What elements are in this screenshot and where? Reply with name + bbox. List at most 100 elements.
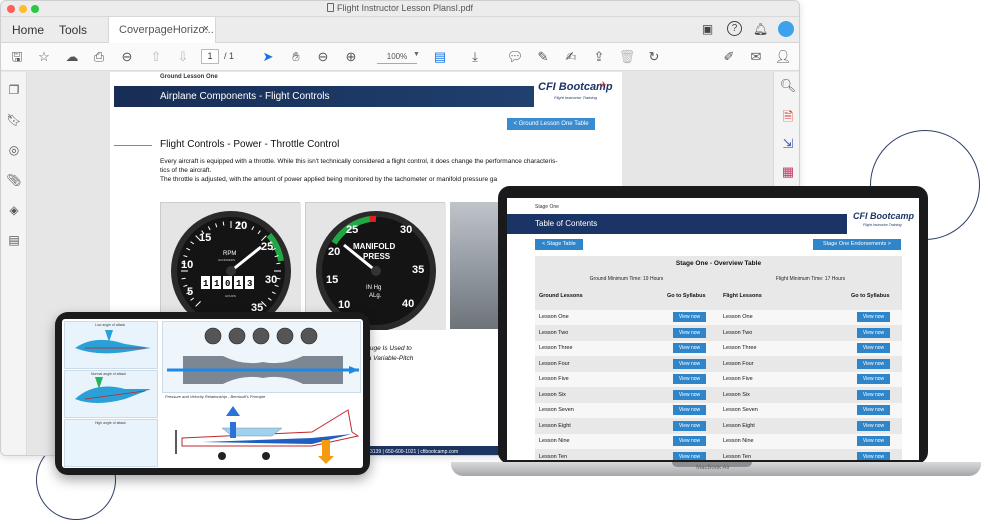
share-icon[interactable]: ⇪ [590, 48, 608, 66]
view-now-button[interactable]: View now [673, 405, 706, 415]
view-now-button[interactable]: View now [673, 451, 706, 460]
manifold-pressure-image: 10 15 20 25 30 35 40 MANIFOLD PRESS IN H… [305, 202, 446, 330]
column-header-go: Go to Syllabus [851, 293, 890, 299]
view-now-button[interactable]: View now [857, 436, 890, 446]
document-icon[interactable]: ▤ [6, 232, 22, 248]
tach-scale: 30 [265, 274, 277, 286]
highlight-icon[interactable]: ✎ [534, 48, 552, 66]
sign-icon[interactable]: ✍︎ [562, 48, 580, 66]
print-icon[interactable]: ⎙ [90, 48, 108, 66]
zoom-select[interactable]: 100% [377, 49, 417, 64]
select-pointer-icon[interactable]: ➤ [259, 48, 277, 66]
table-row: Lesson Two View now Lesson Two View now [535, 326, 902, 341]
body-line: tics of the aircraft. [160, 167, 212, 174]
zoom-out-icon[interactable]: ⊖ [314, 48, 332, 66]
table-row: Lesson Six View now Lesson Six View now [535, 388, 902, 403]
add-user-icon[interactable]: 👤︎ [774, 48, 792, 66]
stage-table-button[interactable]: < Stage Table [535, 239, 583, 250]
hand-icon[interactable]: ✋︎ [287, 48, 305, 66]
pdf-file-icon [326, 3, 334, 12]
map-unit: ALg. [369, 293, 382, 299]
view-now-button[interactable]: View now [857, 312, 890, 322]
tablet-screen: Low angle of attack Normal angle of atta… [62, 319, 363, 468]
laptop-brand: MacBook Air [696, 465, 730, 471]
view-now-button[interactable]: View now [673, 358, 706, 369]
tach-label: RPM [223, 251, 236, 257]
view-now-button[interactable]: View now [857, 374, 890, 384]
page-title: Table of Contents [535, 219, 598, 228]
column-header-ground: Ground Lessons [539, 293, 583, 299]
export-pdf-icon[interactable]: ⇲ [779, 135, 797, 153]
bookmark-star-icon[interactable]: ☆ [35, 48, 53, 66]
body-line: Every aircraft is equipped with a thrott… [160, 158, 558, 165]
layers-circle-icon[interactable]: ◎ [6, 142, 22, 158]
overview-title: Stage One - Overview Table [675, 260, 762, 267]
ground-lesson-table-button[interactable]: < Ground Lesson One Table [507, 118, 595, 130]
comment-icon[interactable]: 💬︎ [506, 48, 524, 66]
stage-one-endorsements-button[interactable]: Stage One Endorsements > [813, 239, 901, 250]
body-line: The throttle is adjusted, with the amoun… [160, 176, 498, 183]
table-row: Lesson Four View now Lesson Four View now [535, 357, 902, 372]
close-tab-icon[interactable]: × [203, 23, 209, 35]
map-scale: 15 [326, 274, 338, 286]
delete-icon[interactable]: 🗑︎ [618, 48, 636, 66]
save-icon[interactable]: 🖫︎ [8, 48, 26, 66]
avatar[interactable] [778, 21, 794, 37]
view-now-button[interactable]: View now [857, 451, 890, 460]
mobile-link-icon[interactable]: ▣ [699, 21, 716, 38]
airfoil-panel: High angle of attack [64, 419, 158, 467]
upload-icon[interactable]: ☁︎ [63, 48, 81, 66]
page-up-icon[interactable]: ⇧ [147, 48, 165, 66]
notification-bell-icon[interactable]: 🔔︎ [752, 21, 769, 38]
view-now-button[interactable]: View now [673, 312, 706, 322]
page-view-icon[interactable]: ▤ [431, 48, 449, 66]
mail-icon[interactable]: ✉︎ [747, 48, 765, 66]
view-now-button[interactable]: View now [857, 327, 890, 338]
attachment-icon[interactable]: 📎︎ [6, 172, 22, 188]
page-thumbnails-icon[interactable]: ❐ [6, 82, 22, 98]
view-now-button[interactable]: View now [673, 389, 706, 400]
divider [114, 145, 152, 146]
flight-lesson-name: Lesson Four [723, 360, 754, 367]
layers-icon[interactable]: ◈ [6, 202, 22, 218]
logo-subtitle: Flight Instructor Training [554, 95, 597, 100]
scroll-icon[interactable]: ⤓ [466, 48, 484, 66]
view-now-button[interactable]: View now [673, 343, 706, 353]
toolbar: 🖫︎ ☆ ☁︎ ⎙ ⊖ ⇧ ⇩ 1 / 1 ➤ ✋︎ ⊖ ⊕ 100% ▼ ▤ … [1, 43, 799, 71]
view-now-button[interactable]: View now [857, 405, 890, 415]
view-now-button[interactable]: View now [673, 374, 706, 384]
page-down-icon[interactable]: ⇩ [174, 48, 192, 66]
rotate-icon[interactable]: ↻ [645, 48, 663, 66]
bookmark-icon[interactable]: 🔖︎ [6, 112, 22, 128]
view-now-button[interactable]: View now [857, 343, 890, 353]
map-unit: IN Hg [366, 285, 381, 291]
view-now-button[interactable]: View now [857, 358, 890, 369]
tachometer-gauge: 5 10 15 20 25 30 35 RPM HUNDREDS 1 1 0 1… [161, 203, 301, 330]
tab-home[interactable]: Home [12, 23, 44, 37]
organize-pages-icon[interactable]: ▦ [779, 163, 797, 181]
airplane-panel [162, 402, 361, 466]
create-pdf-icon[interactable]: 🗎︎ [779, 108, 797, 126]
tab-tools[interactable]: Tools [59, 23, 87, 37]
map-scale: 35 [412, 264, 424, 276]
view-now-button[interactable]: View now [673, 420, 706, 431]
view-now-button[interactable]: View now [857, 389, 890, 400]
view-now-button[interactable]: View now [673, 436, 706, 446]
tick-mark [276, 262, 281, 265]
tab-document[interactable]: CoverpageHorizo... × [108, 17, 216, 43]
overview-table: Stage One - Overview Table Ground Minimu… [535, 256, 902, 460]
view-now-button[interactable]: View now [857, 420, 890, 431]
map-scale: 30 [400, 224, 412, 236]
table-row: Lesson Five View now Lesson Five View now [535, 372, 902, 387]
view-now-button[interactable]: View now [673, 327, 706, 338]
fill-sign-icon[interactable]: ✐ [720, 48, 738, 66]
help-icon[interactable]: ? [727, 21, 742, 36]
title-bar: Flight Instructor Lesson PlansI.pdf [1, 1, 799, 17]
ground-lesson-name: Lesson Ten [539, 453, 568, 460]
flight-lesson-name: Lesson Two [723, 329, 753, 336]
chevron-down-icon[interactable]: ▼ [413, 51, 420, 58]
zoom-in-icon[interactable]: ⊕ [342, 48, 360, 66]
page-number-input[interactable]: 1 [201, 49, 219, 64]
search-icon[interactable]: 🔍︎ [779, 77, 797, 95]
zoom-out-search-icon[interactable]: ⊖ [118, 48, 136, 66]
